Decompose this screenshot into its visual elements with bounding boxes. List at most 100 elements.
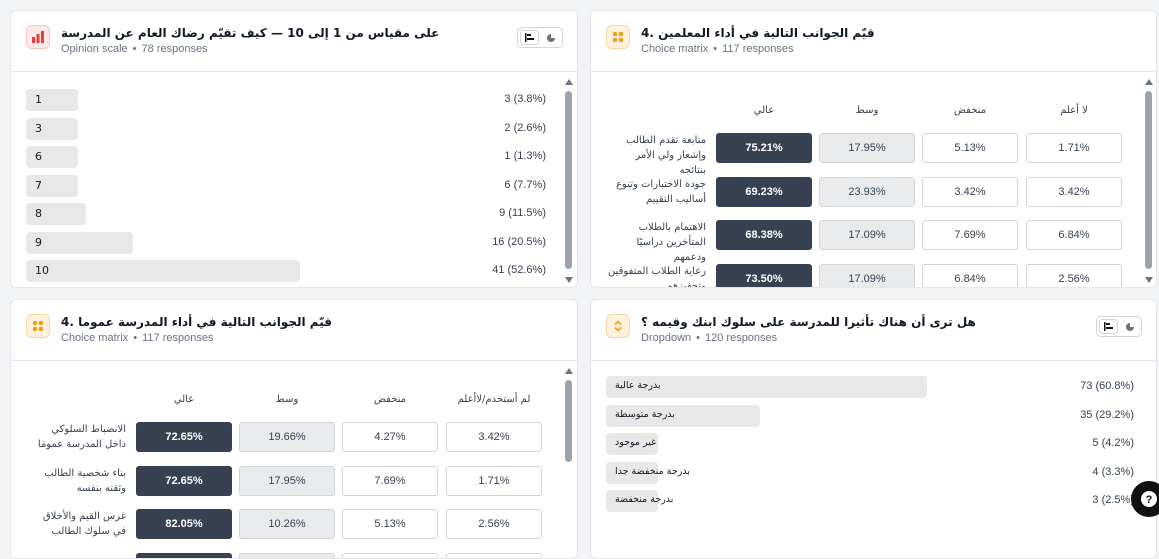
option-count: 4 (3.3%): [1092, 466, 1134, 478]
bar-view-button[interactable]: [1099, 319, 1118, 334]
matrix-row-label: بناء شخصية الطالب وثقته بنفسه: [28, 466, 126, 496]
scale-row: 916 (20.5%): [26, 232, 546, 254]
matrix-cell: 72.65%: [136, 422, 232, 452]
scroll-up-arrow[interactable]: [565, 368, 573, 374]
option-label: غير موجود: [615, 437, 656, 448]
matrix-column-header: منخفض: [342, 394, 438, 405]
scale-label: 3: [35, 122, 42, 135]
bar-chart-icon: [26, 25, 50, 49]
matrix-cell: 17.95%: [819, 133, 915, 163]
card-subtitle: Choice matrix • 117 responses: [61, 332, 213, 344]
matrix-cell: 7.69%: [922, 220, 1018, 250]
opinion-scale-card: على مقياس من 1 إلى 10 — كيف تقيّم رضاك ا…: [10, 10, 578, 288]
matrix-cell: 17.09%: [819, 264, 915, 289]
matrix-column-header: منخفض: [922, 105, 1018, 116]
matrix-column-header: لم أستخدم/لاأعلم: [446, 394, 542, 405]
card-subtitle: Dropdown•120 responses: [641, 332, 777, 344]
matrix-cell: 2.56%: [446, 509, 542, 539]
help-chat-button[interactable]: ?: [1131, 481, 1159, 517]
option-row: بدرجة منخفضة جدا 4 (3.3%): [606, 462, 1134, 484]
scale-count: 41 (52.6%): [492, 264, 546, 276]
matrix-cell: 75.21%: [716, 133, 812, 163]
scale-row: 7 6 (7.7%): [26, 175, 546, 197]
matrix-column-header: وسط: [819, 105, 915, 116]
scale-label: 7: [35, 179, 42, 192]
option-label: بدرجة متوسطة: [615, 409, 675, 420]
card-subtitle: Opinion scale•78 responses: [61, 43, 208, 55]
card-header: قيّم الجوانب التالية في أداء المعلمين .4…: [591, 11, 1156, 72]
view-toggle: [517, 27, 563, 48]
matrix-column-header: عالي: [136, 394, 232, 405]
scroll-down-arrow[interactable]: [565, 277, 573, 283]
card-title: قيّم الجوانب التالية في أداء المعلمين .4: [641, 26, 875, 40]
scale-row: 13 (3.8%): [26, 89, 546, 111]
scale-row: 89 (11.5%): [26, 203, 546, 225]
card-subtitle: Choice matrix•117 responses: [641, 43, 793, 55]
horizontal-bar-icon: [1104, 322, 1114, 331]
scale-row: 61 (1.3%): [26, 146, 546, 168]
scrollbar[interactable]: [563, 368, 574, 559]
scroll-down-arrow[interactable]: [1145, 277, 1153, 283]
scale-count: 1 (1.3%): [504, 150, 546, 162]
scroll-thumb[interactable]: [565, 91, 572, 269]
option-label: بدرجة منخفضة جدا: [615, 466, 690, 477]
card-title: قيّم الجوانب التالية في أداء المدرسة عمو…: [61, 315, 332, 329]
scale-label: 10: [35, 264, 49, 277]
scale-bar: [26, 89, 78, 111]
scroll-up-arrow[interactable]: [1145, 79, 1153, 85]
scrollbar[interactable]: [563, 79, 574, 283]
option-count: 73 (60.8%): [1080, 380, 1134, 392]
card-header: هل ترى أن هناك تأثيرا للمدرسة على سلوك ا…: [591, 300, 1156, 361]
matrix-cell: 73.50%: [716, 264, 812, 289]
matrix-cell: 69.23%: [716, 177, 812, 207]
response-count: 78 responses: [142, 43, 208, 55]
dropdown-icon: [606, 314, 630, 338]
separator-dot: •: [713, 43, 717, 55]
response-count: 117 responses: [722, 43, 793, 55]
pie-view-button[interactable]: [541, 30, 560, 45]
matrix-cell: 3.42%: [1026, 177, 1122, 207]
question-type: Choice matrix: [61, 332, 128, 344]
option-label: بدرجة عالية: [615, 380, 661, 391]
separator-dot: •: [133, 332, 137, 344]
pie-chart-icon: [1125, 322, 1135, 332]
scale-bar: [26, 118, 78, 140]
option-count: 35 (29.2%): [1080, 409, 1134, 421]
matrix-cell: 82.05%: [136, 509, 232, 539]
scroll-thumb[interactable]: [1145, 91, 1152, 269]
matrix-cell: [239, 553, 335, 559]
horizontal-bar-icon: [525, 33, 535, 42]
pie-chart-icon: [546, 33, 556, 43]
matrix-column-header: لا أعلم: [1026, 105, 1122, 116]
scale-label: 1: [35, 93, 42, 106]
option-row: غير موجود 5 (4.2%): [606, 433, 1134, 455]
scrollbar[interactable]: [1143, 79, 1154, 283]
matrix-cell: 1.71%: [1026, 133, 1122, 163]
option-count: 3 (2.5%): [1092, 494, 1134, 506]
scroll-thumb[interactable]: [565, 380, 572, 462]
scale-count: 9 (11.5%): [499, 207, 546, 219]
option-count: 5 (4.2%): [1092, 437, 1134, 449]
matrix-cell: 2.56%: [1026, 264, 1122, 289]
scale-bar: [26, 175, 78, 197]
scroll-up-arrow[interactable]: [565, 79, 573, 85]
matrix-cell: 4.27%: [342, 422, 438, 452]
scale-count: 6 (7.7%): [504, 179, 546, 191]
card-title: هل ترى أن هناك تأثيرا للمدرسة على سلوك ا…: [641, 315, 976, 329]
pie-view-button[interactable]: [1120, 319, 1139, 334]
grid-icon: [26, 314, 50, 338]
response-count: 120 responses: [705, 332, 777, 344]
question-type: Opinion scale: [61, 43, 128, 55]
scale-label: 9: [35, 236, 42, 249]
bar-view-button[interactable]: [520, 30, 539, 45]
matrix-cell: 72.65%: [136, 466, 232, 496]
separator-dot: •: [696, 332, 700, 344]
response-count: 117 responses: [142, 332, 213, 344]
matrix-cell: 68.38%: [716, 220, 812, 250]
teachers-matrix-card: قيّم الجوانب التالية في أداء المعلمين .4…: [590, 10, 1157, 288]
matrix-cell: 1.71%: [446, 466, 542, 496]
matrix-cell: 17.95%: [239, 466, 335, 496]
matrix-cell: [136, 553, 232, 559]
card-header: على مقياس من 1 إلى 10 — كيف تقيّم رضاك ا…: [11, 11, 577, 72]
matrix-cell: 6.84%: [1026, 220, 1122, 250]
